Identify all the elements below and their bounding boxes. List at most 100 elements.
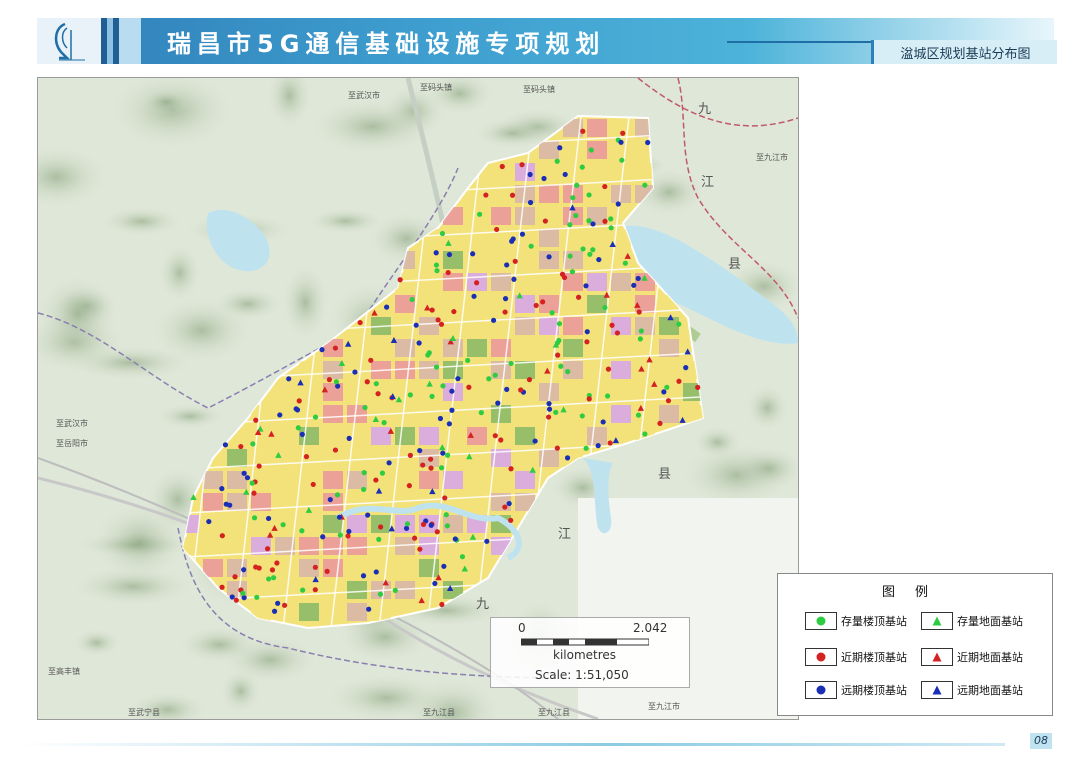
- existing-rooftop-site: [554, 340, 561, 346]
- near-term-rooftop-site: [657, 420, 663, 426]
- existing-rooftop-site: [299, 528, 305, 534]
- place-label: 至武汉市: [348, 90, 380, 100]
- near-term-rooftop-site: [609, 322, 615, 328]
- long-term-rooftop-site: [346, 528, 352, 535]
- place-label: 至码头镇: [420, 82, 452, 92]
- place-label: 至九江县: [538, 708, 570, 717]
- existing-rooftop-site: [373, 381, 379, 387]
- long-term-rooftop-site: [511, 276, 517, 282]
- near-term-rooftop-site: [614, 330, 621, 336]
- existing-rooftop-site: [250, 441, 256, 447]
- near-term-rooftop-site: [412, 535, 418, 541]
- existing-rooftop-site: [567, 222, 573, 228]
- long-term-rooftop-site: [384, 304, 390, 310]
- long-term-rooftop-site: [546, 406, 553, 412]
- long-term-rooftop-site: [449, 407, 455, 413]
- near-term-rooftop-site: [545, 414, 552, 420]
- existing-rooftop-site: [377, 591, 384, 597]
- near-term-rooftop-site: [559, 271, 566, 277]
- near-term-rooftop-site: [607, 440, 613, 446]
- county-label: 江: [558, 527, 571, 542]
- near-term-rooftop-site: [269, 567, 276, 573]
- place-label: 至岳阳市: [56, 438, 88, 448]
- near-term-rooftop-site: [451, 308, 457, 315]
- long-term-rooftop-site: [413, 322, 419, 328]
- county-label: 县: [658, 467, 671, 482]
- near-term-rooftop-site: [602, 183, 608, 190]
- scale-unit: kilometres: [553, 648, 617, 662]
- near-term-rooftop-site: [575, 294, 582, 300]
- long-term-rooftop-site: [504, 386, 510, 392]
- near-term-rooftop-site: [442, 495, 448, 501]
- existing-rooftop-site: [528, 243, 534, 249]
- long-term-rooftop-site: [336, 514, 343, 520]
- long-term-rooftop-site: [433, 250, 439, 256]
- near-term-rooftop-site: [296, 398, 302, 404]
- near-term-rooftop-site: [238, 443, 244, 450]
- long-term-rooftop-site: [532, 438, 538, 444]
- near-term-rooftop-site: [232, 574, 238, 580]
- near-term-rooftop-site: [636, 309, 642, 315]
- existing-rooftop-site: [574, 182, 580, 188]
- long-term-rooftop-site: [615, 201, 621, 207]
- scale-tick-min: 0: [518, 621, 526, 635]
- near-term-rooftop-site: [665, 398, 672, 404]
- long-term-rooftop-site: [455, 376, 461, 382]
- long-term-rooftop-site: [645, 139, 651, 146]
- existing-rooftop-site: [240, 590, 246, 596]
- near-term-rooftop-site: [584, 339, 590, 345]
- near-term-rooftop-site: [397, 277, 403, 283]
- existing-rooftop-site: [379, 470, 386, 476]
- existing-rooftop-site: [381, 420, 387, 426]
- near-term-rooftop-site: [364, 379, 370, 385]
- existing-rooftop-site: [362, 404, 368, 411]
- long-term-rooftop-site: [219, 486, 225, 492]
- existing-rooftop-site: [602, 304, 608, 311]
- near-term-rooftop-site: [498, 437, 504, 443]
- existing-rooftop-site: [635, 412, 642, 418]
- near-term-rooftop-site: [378, 524, 384, 530]
- existing-rooftop-site: [638, 328, 644, 334]
- existing-rooftop-site: [586, 218, 592, 224]
- near-term-rooftop-site: [494, 226, 500, 233]
- existing-rooftop-site: [569, 269, 576, 275]
- near-term-rooftop-site: [492, 433, 498, 439]
- long-term-rooftop-site: [227, 502, 233, 508]
- near-term-rooftop-site: [605, 366, 612, 372]
- existing-rooftop-site: [580, 246, 586, 252]
- scale-bar: 0 2.042 kilometres Scale: 1:51,050: [490, 617, 690, 688]
- blue-circle-icon: [816, 685, 826, 695]
- near-term-rooftop-site: [502, 309, 508, 315]
- map-legend: 图例 存量楼顶基站 存量地面基站 近期楼顶基站 近期地面基站 远期楼顶基站 远期…: [777, 573, 1053, 716]
- near-term-rooftop-site: [420, 462, 426, 468]
- near-term-rooftop-site: [473, 280, 480, 286]
- long-term-rooftop-site: [366, 606, 372, 612]
- near-term-rooftop-site: [555, 352, 561, 358]
- near-term-rooftop-site: [256, 463, 262, 469]
- existing-rooftop-site: [445, 452, 451, 458]
- green-circle-icon: [816, 616, 826, 626]
- place-label: 至九江市: [648, 701, 680, 711]
- long-term-rooftop-site: [373, 569, 379, 575]
- long-term-rooftop-site: [365, 512, 371, 518]
- long-term-rooftop-site: [222, 442, 229, 448]
- existing-rooftop-site: [637, 336, 643, 342]
- long-term-rooftop-site: [618, 139, 624, 145]
- long-term-rooftop-site: [446, 251, 453, 258]
- county-label: 九: [476, 597, 489, 612]
- existing-rooftop-site: [553, 409, 559, 415]
- existing-rooftop-site: [587, 251, 593, 257]
- existing-rooftop-site: [622, 260, 628, 266]
- long-term-rooftop-site: [403, 525, 410, 531]
- existing-rooftop-site: [486, 376, 492, 382]
- scale-ratio: Scale: 1:51,050: [535, 668, 629, 682]
- long-term-rooftop-site: [590, 221, 596, 227]
- near-term-rooftop-site: [526, 377, 533, 383]
- existing-rooftop-site: [249, 480, 255, 486]
- near-term-rooftop-site: [253, 417, 259, 423]
- long-term-rooftop-site: [527, 199, 534, 206]
- long-term-rooftop-site: [416, 340, 422, 346]
- near-term-rooftop-site: [417, 546, 423, 552]
- long-term-rooftop-site: [352, 369, 358, 375]
- near-term-rooftop-site: [251, 490, 257, 496]
